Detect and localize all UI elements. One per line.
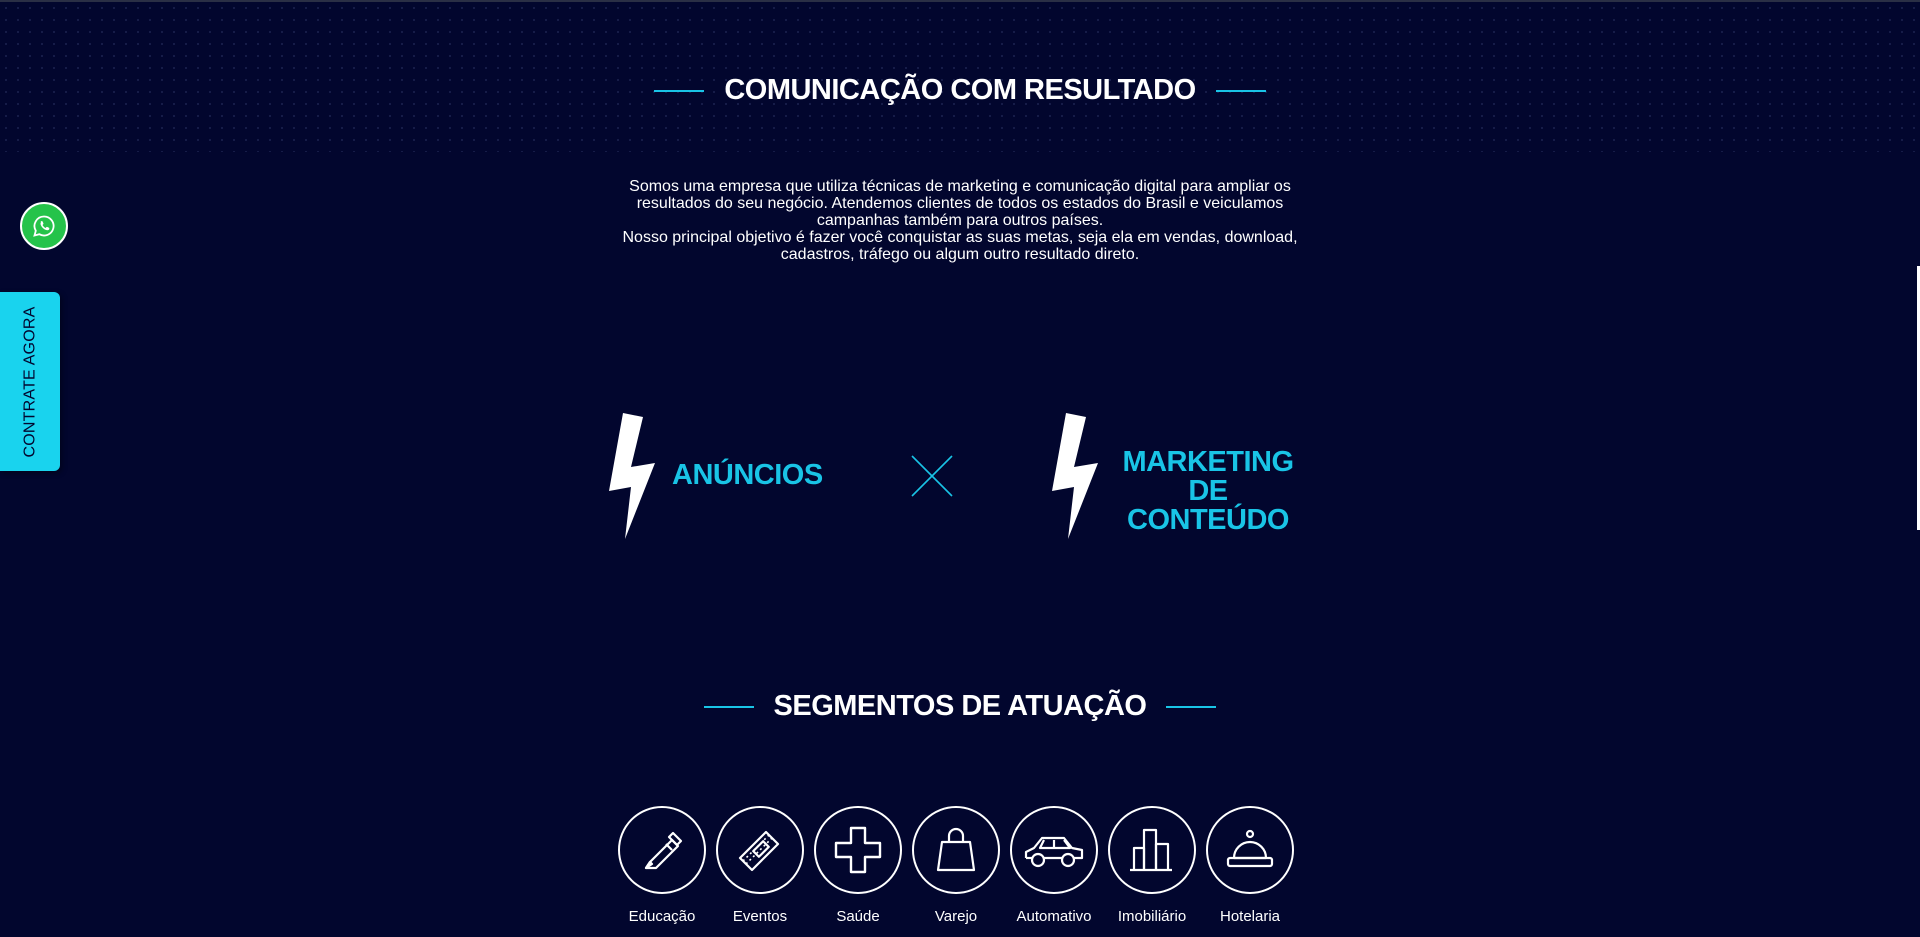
segment-label: Automativo <box>1016 908 1092 925</box>
intro-paragraph-2: Nosso principal objetivo é fazer você co… <box>622 229 1298 263</box>
pencil-icon <box>644 831 683 870</box>
section-title-comunicacao: COMUNICAÇÃO COM RESULTADO <box>0 74 1920 107</box>
car-icon <box>1024 836 1084 868</box>
whatsapp-icon <box>33 215 55 237</box>
service-marketing-line1: MARKETING <box>1122 446 1294 478</box>
contrate-agora-label: CONTRATE AGORA <box>21 306 38 457</box>
segment-circle <box>814 806 902 894</box>
service-marketing-line2: DE CONTEÚDO <box>1127 475 1289 536</box>
buildings-icon <box>1130 828 1172 872</box>
intro-paragraph-1: Somos uma empresa que utiliza técnicas d… <box>629 178 1291 229</box>
segment-imobiliario[interactable]: Imobiliário <box>1108 806 1196 925</box>
segment-label: Saúde <box>836 908 880 925</box>
segment-label: Eventos <box>732 908 788 925</box>
segment-circle <box>912 806 1000 894</box>
title-line-right <box>1166 705 1217 708</box>
section-heading: SEGMENTOS DE ATUAÇÃO <box>773 690 1147 722</box>
segment-label: Varejo <box>934 908 978 925</box>
service-anuncios: ANÚNCIOS <box>672 459 823 491</box>
lightning-bolt-icon <box>609 413 655 539</box>
segment-educacao[interactable]: Educação <box>618 806 706 925</box>
whatsapp-button[interactable] <box>20 202 68 250</box>
contrate-agora-button[interactable]: CONTRATE AGORA <box>0 292 60 471</box>
segment-hotelaria[interactable]: Hotelaria <box>1206 806 1294 925</box>
segment-circle <box>1206 806 1294 894</box>
service-marketing-conteudo: MARKETING DE CONTEÚDO <box>1112 448 1304 535</box>
intro-text: Somos uma empresa que utiliza técnicas d… <box>620 178 1300 263</box>
segment-automativo[interactable]: Automativo <box>1010 806 1098 925</box>
segment-circle <box>716 806 804 894</box>
segment-label: Hotelaria <box>1219 908 1281 925</box>
service-bell-icon <box>1226 829 1274 868</box>
segment-circle <box>618 806 706 894</box>
title-line-left <box>703 705 754 708</box>
shopping-bag-icon <box>936 827 976 872</box>
page: COMUNICAÇÃO COM RESULTADO Somos uma empr… <box>0 0 1920 937</box>
cross-icon <box>911 455 953 497</box>
segment-circle <box>1010 806 1098 894</box>
section-heading: COMUNICAÇÃO COM RESULTADO <box>724 74 1196 106</box>
segment-eventos[interactable]: Eventos <box>716 806 804 925</box>
segment-saude[interactable]: Saúde <box>814 806 902 925</box>
health-cross-icon <box>834 826 882 874</box>
segment-varejo[interactable]: Varejo <box>912 806 1000 925</box>
segment-label: Imobiliário <box>1117 908 1187 925</box>
lightning-bolt-icon <box>1052 413 1098 539</box>
segments-list: Educação Eventos Saúde Varejo Automativo… <box>618 806 1294 925</box>
ticket-icon <box>738 830 780 872</box>
title-line-left <box>654 89 705 92</box>
segment-label: Educação <box>628 908 696 925</box>
title-line-right <box>1215 89 1266 92</box>
segment-circle <box>1108 806 1196 894</box>
section-title-segmentos: SEGMENTOS DE ATUAÇÃO <box>0 690 1920 723</box>
